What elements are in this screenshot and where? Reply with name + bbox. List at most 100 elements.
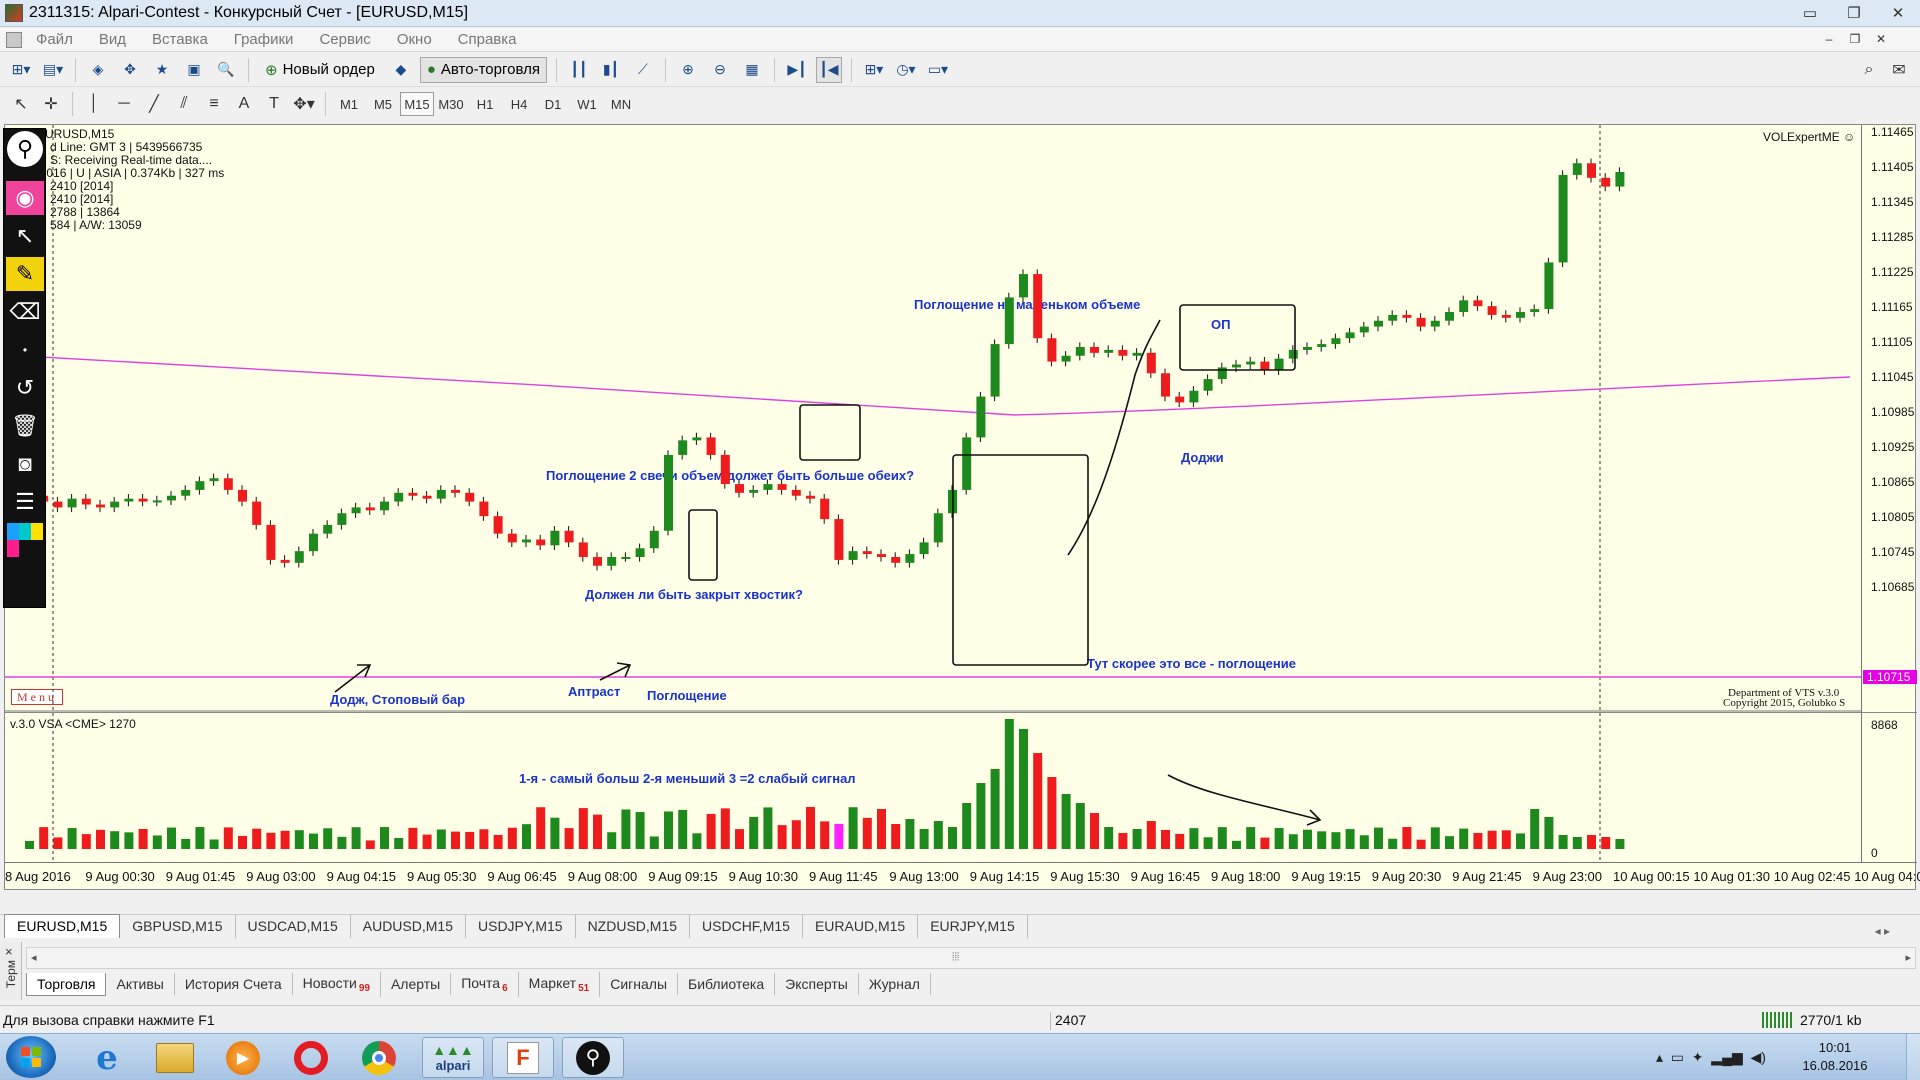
tray-antivirus-icon[interactable]: ✦ bbox=[1692, 1049, 1704, 1066]
tabs-scroll-icon[interactable]: ◂ ▸ bbox=[1875, 924, 1890, 938]
tf-m5[interactable]: M5 bbox=[366, 92, 400, 116]
text-tool-icon[interactable]: A bbox=[231, 91, 257, 117]
terminal-tab-market[interactable]: Маркет 51 bbox=[519, 971, 601, 997]
tab-usdcad[interactable]: USDCAD,M15 bbox=[236, 915, 351, 938]
tab-euraud[interactable]: EURAUD,M15 bbox=[803, 915, 919, 938]
camera-icon[interactable]: ◙ bbox=[6, 447, 44, 481]
mdi-restore-button[interactable]: ❐ bbox=[1844, 30, 1866, 48]
pencil-icon[interactable]: ✎ bbox=[6, 257, 44, 291]
vts-logo-icon[interactable]: ⚲ bbox=[7, 131, 43, 167]
terminal-tab-library[interactable]: Библиотека bbox=[678, 973, 776, 995]
menu-tools[interactable]: Сервис bbox=[319, 31, 370, 48]
metaeditor-icon[interactable]: ◆ bbox=[388, 57, 414, 83]
tab-audusd[interactable]: AUDUSD,M15 bbox=[351, 915, 466, 938]
cursor-tool-icon[interactable]: ↖ bbox=[6, 219, 44, 253]
tray-volume-icon[interactable]: ◀) bbox=[1751, 1049, 1766, 1066]
tf-h4[interactable]: H4 bbox=[502, 92, 536, 116]
tf-w1[interactable]: W1 bbox=[570, 92, 604, 116]
taskbar-clock[interactable]: 10:01 16.08.2016 bbox=[1790, 1039, 1880, 1075]
scroll-right-icon[interactable]: ▸ bbox=[1905, 951, 1911, 964]
alpari-terminal-icon[interactable]: ▲▲▲ alpari bbox=[422, 1037, 484, 1078]
horizontal-line-icon[interactable]: ─ bbox=[111, 91, 137, 117]
new-chart-icon[interactable]: ⊞▾ bbox=[8, 57, 34, 83]
notes-icon[interactable]: ☰ bbox=[6, 485, 44, 519]
tab-usdjpy[interactable]: USDJPY,M15 bbox=[466, 915, 576, 938]
chart-window[interactable]: URUSD,M15 d Line: GMT 3 | 5439566735 S: … bbox=[4, 124, 1920, 890]
terminal-tab-alerts[interactable]: Алерты bbox=[381, 973, 452, 995]
tab-eurjpy[interactable]: EURJPY,M15 bbox=[918, 915, 1028, 938]
cursor-icon[interactable]: ↖ bbox=[8, 91, 34, 117]
scroll-grip-icon[interactable]: ⦙⦙⦙ bbox=[952, 951, 959, 964]
tf-m15[interactable]: M15 bbox=[400, 92, 434, 116]
menu-view[interactable]: Вид bbox=[99, 31, 126, 48]
tab-nzdusd[interactable]: NZDUSD,M15 bbox=[576, 915, 691, 938]
terminal-tab-signals[interactable]: Сигналы bbox=[600, 973, 679, 995]
eraser-icon[interactable]: ⌫ bbox=[6, 295, 44, 329]
eye-icon[interactable]: ◉ bbox=[6, 181, 44, 215]
close-button[interactable]: ✕ bbox=[1878, 2, 1918, 24]
menu-help[interactable]: Справка bbox=[458, 31, 517, 48]
tf-m1[interactable]: M1 bbox=[332, 92, 366, 116]
crosshair-icon[interactable]: ✛ bbox=[38, 91, 64, 117]
chat-icon[interactable]: ✉ bbox=[1886, 57, 1912, 83]
tray-network-drive-icon[interactable]: ▭ bbox=[1671, 1049, 1684, 1066]
tab-eurusd[interactable]: EURUSD,M15 bbox=[4, 914, 121, 938]
market-watch-icon[interactable]: ◈ bbox=[85, 57, 111, 83]
tile-windows-icon[interactable]: ▦ bbox=[739, 57, 765, 83]
trendline-icon[interactable]: ╱ bbox=[141, 91, 167, 117]
terminal-icon[interactable]: ▣ bbox=[181, 57, 207, 83]
candlestick-icon[interactable]: ▮┃ bbox=[598, 57, 624, 83]
text-label-icon[interactable]: T bbox=[261, 91, 287, 117]
connection-status[interactable]: 2770/1 kb bbox=[1762, 1012, 1862, 1028]
terminal-tab-news[interactable]: Новости 99 bbox=[293, 971, 381, 997]
strategy-tester-icon[interactable]: 🔍 bbox=[213, 57, 239, 83]
autotrading-button[interactable]: ● Авто-торговля bbox=[419, 56, 547, 83]
menu-window[interactable]: Окно bbox=[397, 31, 432, 48]
line-chart-icon[interactable]: ⟋ bbox=[630, 57, 656, 83]
tab-gbpusd[interactable]: GBPUSD,M15 bbox=[120, 915, 236, 938]
color-palette-icon[interactable] bbox=[6, 523, 44, 557]
chart-shift-icon[interactable]: ┃◀ bbox=[815, 56, 842, 83]
new-order-button[interactable]: ⊕ Новый ордер bbox=[258, 57, 382, 83]
start-button[interactable] bbox=[6, 1036, 56, 1078]
mt4-f-icon[interactable]: F bbox=[492, 1037, 554, 1078]
templates-icon[interactable]: ▭▾ bbox=[925, 57, 951, 83]
menu-charts[interactable]: Графики bbox=[234, 31, 294, 48]
internet-explorer-icon[interactable]: e bbox=[76, 1037, 138, 1078]
terminal-tab-assets[interactable]: Активы bbox=[106, 973, 175, 995]
vertical-line-icon[interactable]: │ bbox=[81, 91, 107, 117]
dot-size-icon[interactable]: • bbox=[6, 333, 44, 367]
tray-signal-icon[interactable]: ▂▄▆ bbox=[1711, 1049, 1742, 1066]
periods-icon[interactable]: ◷▾ bbox=[893, 57, 919, 83]
terminal-tab-experts[interactable]: Эксперты bbox=[775, 973, 859, 995]
arrows-icon[interactable]: ✥▾ bbox=[291, 91, 317, 117]
terminal-horizontal-scrollbar[interactable]: ◂ ⦙⦙⦙ ▸ bbox=[26, 947, 1916, 969]
terminal-tab-trade[interactable]: Торговля bbox=[26, 972, 107, 996]
terminal-tab-mail[interactable]: Почта 6 bbox=[451, 971, 519, 997]
menu-file[interactable]: Файл bbox=[36, 31, 73, 48]
mdi-close-button[interactable]: ✕ bbox=[1870, 30, 1892, 48]
terminal-close-icon[interactable]: × bbox=[5, 944, 13, 959]
minimize-button[interactable]: ▭ bbox=[1790, 2, 1830, 24]
search-icon[interactable]: ⌕ bbox=[1856, 57, 1882, 83]
opera-icon[interactable] bbox=[280, 1037, 342, 1078]
show-desktop-button[interactable] bbox=[1906, 1034, 1920, 1080]
data-window-icon[interactable]: ✥ bbox=[117, 57, 143, 83]
scroll-left-icon[interactable]: ◂ bbox=[31, 951, 37, 964]
fibonacci-icon[interactable]: ≡ bbox=[201, 91, 227, 117]
tf-h1[interactable]: H1 bbox=[468, 92, 502, 116]
tab-usdchf[interactable]: USDCHF,M15 bbox=[690, 915, 803, 938]
zoom-out-icon[interactable]: ⊖ bbox=[707, 57, 733, 83]
auto-scroll-icon[interactable]: ▶┃ bbox=[784, 57, 810, 83]
channel-icon[interactable]: ⫽ bbox=[171, 91, 197, 117]
mdi-minimize-button[interactable]: – bbox=[1818, 30, 1840, 48]
file-explorer-icon[interactable] bbox=[144, 1037, 206, 1078]
vts-tool-taskbar-icon[interactable]: ⚲ bbox=[562, 1037, 624, 1078]
menu-insert[interactable]: Вставка bbox=[152, 31, 208, 48]
terminal-tab-history[interactable]: История Счета bbox=[175, 973, 293, 995]
navigator-icon[interactable]: ★ bbox=[149, 57, 175, 83]
indicators-icon[interactable]: ⊞▾ bbox=[861, 57, 887, 83]
terminal-tab-journal[interactable]: Журнал bbox=[859, 973, 931, 995]
tf-m30[interactable]: M30 bbox=[434, 92, 468, 116]
tray-expand-icon[interactable]: ▴ bbox=[1656, 1049, 1663, 1066]
